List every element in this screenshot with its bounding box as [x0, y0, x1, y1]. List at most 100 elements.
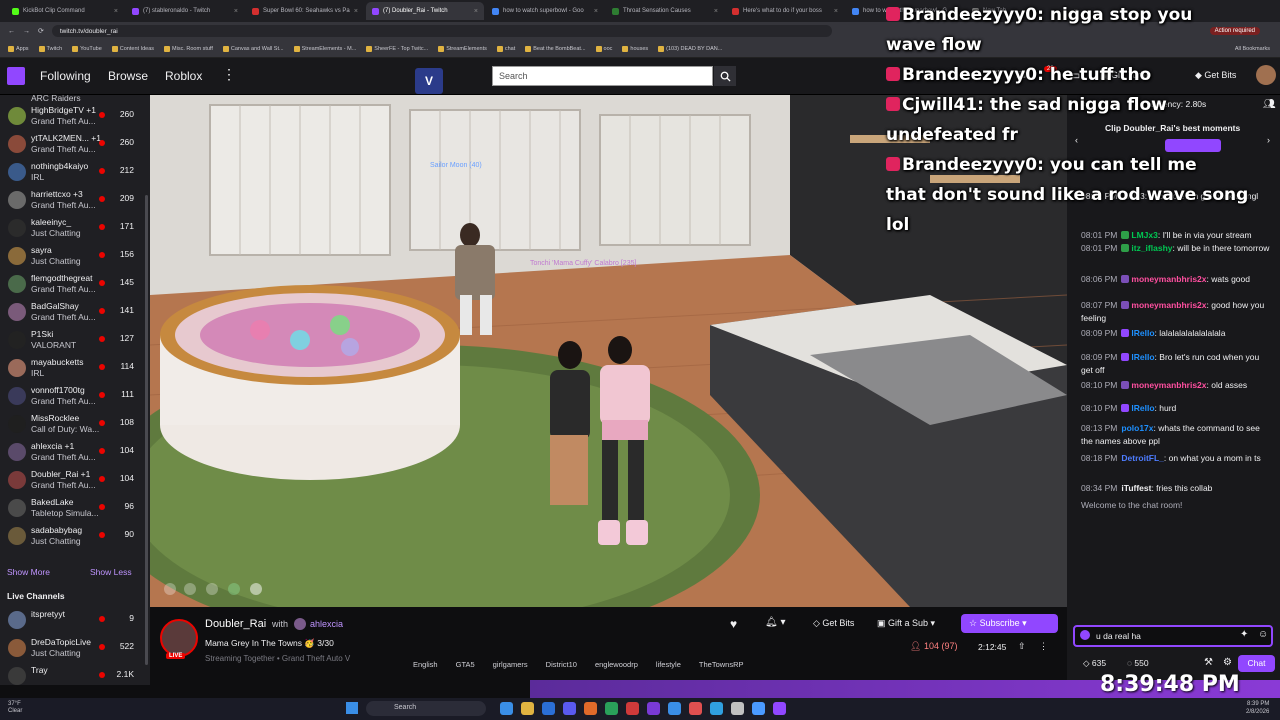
bookmark-item[interactable]: ooc [595, 45, 612, 52]
taskbar-app-icon[interactable] [521, 702, 534, 715]
forward-icon[interactable]: → [23, 28, 30, 35]
close-tab-icon[interactable]: × [834, 8, 838, 15]
chat-input[interactable]: u da real ha ✦ ☺ [1073, 625, 1273, 647]
chat-username[interactable]: itz_iflashy [1131, 243, 1172, 253]
show-less-link[interactable]: Show Less [90, 567, 132, 577]
streamer-avatar[interactable] [160, 619, 198, 657]
close-tab-icon[interactable]: × [354, 8, 358, 15]
nav-roblox[interactable]: Roblox [165, 69, 202, 83]
chat-username[interactable]: DetroitFL_ [1121, 453, 1164, 463]
search-button[interactable] [714, 66, 736, 86]
close-tab-icon[interactable]: × [474, 8, 478, 15]
live-channel[interactable]: itspretyyt 9 [0, 606, 150, 634]
chat-username[interactable]: lRello [1131, 403, 1154, 413]
browser-tab[interactable]: Super Bowl 60: Seahawks vs Pa × [246, 2, 364, 20]
bookmark-item[interactable]: StreamElements [438, 45, 487, 52]
sidebar-channel[interactable]: nothingb4kaiyo IRL 212 [0, 158, 150, 186]
taskbar-app-icon[interactable] [668, 702, 681, 715]
more-menu-icon[interactable]: ⋮ [222, 66, 236, 83]
gift-sub-button[interactable]: ▣ Gift a Sub ▾ [877, 618, 935, 629]
browser-tab[interactable]: (7) Doubler_Rai - Twitch × [366, 2, 484, 20]
reload-icon[interactable]: ⟳ [38, 27, 44, 35]
bookmark-item[interactable]: Apps [8, 45, 29, 52]
bookmark-item[interactable]: Canvas and Wall St... [222, 45, 284, 52]
show-more-link[interactable]: Show More [7, 567, 50, 577]
browser-tab[interactable]: Here's what to do if your boss × [726, 2, 844, 20]
notifications-bell-icon[interactable]: 🔔︎ ▾ [765, 617, 786, 628]
chat-username[interactable]: iTuffest [1121, 483, 1151, 493]
sidebar-channel[interactable]: P1Ski VALORANT 127 [0, 326, 150, 354]
channel-points[interactable]: ◇ 635 [1083, 658, 1106, 669]
start-button-icon[interactable] [346, 702, 358, 714]
browser-tab[interactable]: how to watch superbowl - Goo × [486, 2, 604, 20]
stream-tag[interactable]: englewoodrp [595, 660, 638, 669]
chat-username[interactable]: lRello [1131, 328, 1154, 338]
cohost-name[interactable]: ahlexcia [310, 619, 343, 629]
sidebar-channel[interactable]: flemgodthegreat Grand Theft Au... 145 [0, 270, 150, 298]
taskbar-app-icon[interactable] [563, 702, 576, 715]
stream-tag[interactable]: TheTownsRP [699, 660, 744, 669]
close-tab-icon[interactable]: × [114, 8, 118, 15]
search-input[interactable]: Search [492, 66, 713, 86]
taskbar-app-icon[interactable] [500, 702, 513, 715]
chat-badge-icon[interactable] [1121, 275, 1130, 283]
sidebar-channel[interactable]: kaleeinyc_ Just Chatting 171 [0, 214, 150, 242]
browser-tab[interactable]: (7) stableronaldo - Twitch × [126, 2, 244, 20]
bookmark-item[interactable]: chat [496, 45, 515, 52]
stream-tag[interactable]: girlgamers [493, 660, 528, 669]
stream-tag[interactable]: English [413, 660, 438, 669]
close-tab-icon[interactable]: × [594, 8, 598, 15]
taskbar-app-icon[interactable] [605, 702, 618, 715]
url-field[interactable]: twitch.tv/doubler_rai [51, 25, 832, 37]
taskbar-app-icon[interactable] [752, 702, 765, 715]
chat-badge-icon[interactable] [1121, 353, 1130, 361]
more-options-icon[interactable]: ⋮ [1039, 641, 1048, 652]
sidebar-channel[interactable]: ahlexcia +1 Grand Theft Au... 104 [0, 438, 150, 466]
get-bits-stream-button[interactable]: ◇ Get Bits [813, 618, 854, 629]
sidebar-channel[interactable]: HighBridgeTV +1 Grand Theft Au... 260 [0, 102, 150, 130]
sidebar-channel[interactable]: ytTALK2MEN... +1 Grand Theft Au... 260 [0, 130, 150, 158]
bookmark-item[interactable]: houses [622, 45, 648, 52]
chat-badge-icon[interactable] [1121, 244, 1130, 252]
sidebar-channel[interactable]: BadGalShay Grand Theft Au... 141 [0, 298, 150, 326]
bookmark-item[interactable]: Beat the BombBeat... [525, 45, 586, 52]
close-tab-icon[interactable]: × [714, 8, 718, 15]
bookmark-item[interactable]: (103) DEAD BY DAN... [658, 45, 722, 52]
stream-tag[interactable]: District10 [546, 660, 577, 669]
live-channel[interactable]: DreDaTopicLive Just Chatting 522 [0, 634, 150, 662]
taskbar-app-icon[interactable] [584, 702, 597, 715]
share-icon[interactable]: ⇧ [1018, 641, 1026, 652]
nav-browse[interactable]: Browse [108, 69, 148, 83]
chat-badge-icon[interactable] [1121, 329, 1130, 337]
close-tab-icon[interactable]: × [234, 8, 238, 15]
cohost-avatar[interactable] [294, 618, 306, 630]
sidebar-channel[interactable]: MissRocklee Call of Duty: Wa... 108 [0, 410, 150, 438]
live-channel[interactable]: Tray 2.1K [0, 662, 150, 685]
nav-following[interactable]: Following [40, 69, 91, 83]
channel-points-2[interactable]: ◌ 550 [1127, 658, 1149, 668]
sidebar-channel[interactable]: sadababybag Just Chatting 90 [0, 522, 150, 550]
chat-badge-icon[interactable] [1080, 630, 1090, 640]
browser-tab[interactable]: Throat Sensation Causes × [606, 2, 724, 20]
taskbar-app-icon[interactable] [647, 702, 660, 715]
taskbar-app-icon[interactable] [731, 702, 744, 715]
chat-username[interactable]: moneymanbhris2x [1131, 380, 1206, 390]
chat-username[interactable]: moneymanbhris2x [1131, 300, 1206, 310]
chat-username[interactable]: polo17x [1121, 423, 1153, 433]
sidebar-channel[interactable]: Doubler_Rai +1 Grand Theft Au... 104 [0, 466, 150, 494]
back-icon[interactable]: ← [8, 28, 15, 35]
chat-username[interactable]: moneymanbhris2x [1131, 274, 1206, 284]
streamer-name[interactable]: Doubler_Rai [205, 618, 266, 630]
bookmark-item[interactable]: Content Ideas [111, 45, 154, 52]
browser-tab[interactable]: KickBot Clip Command × [6, 2, 124, 20]
weather-widget[interactable]: 37°F Clear [8, 701, 22, 715]
bookmark-item[interactable]: SheerFE - Top Twitc... [366, 45, 428, 52]
sidebar-channel[interactable]: harriettcxo +3 Grand Theft Au... 209 [0, 186, 150, 214]
sidebar-channel[interactable]: BakedLake Tabletop Simula... 96 [0, 494, 150, 522]
taskbar-app-icon[interactable] [710, 702, 723, 715]
twitch-logo-icon[interactable] [7, 67, 25, 85]
taskbar-app-icon[interactable] [626, 702, 639, 715]
chat-badge-icon[interactable] [1121, 381, 1130, 389]
chat-badge-icon[interactable] [1121, 301, 1130, 309]
chat-mod-icon[interactable]: ⚒ [1204, 657, 1213, 668]
